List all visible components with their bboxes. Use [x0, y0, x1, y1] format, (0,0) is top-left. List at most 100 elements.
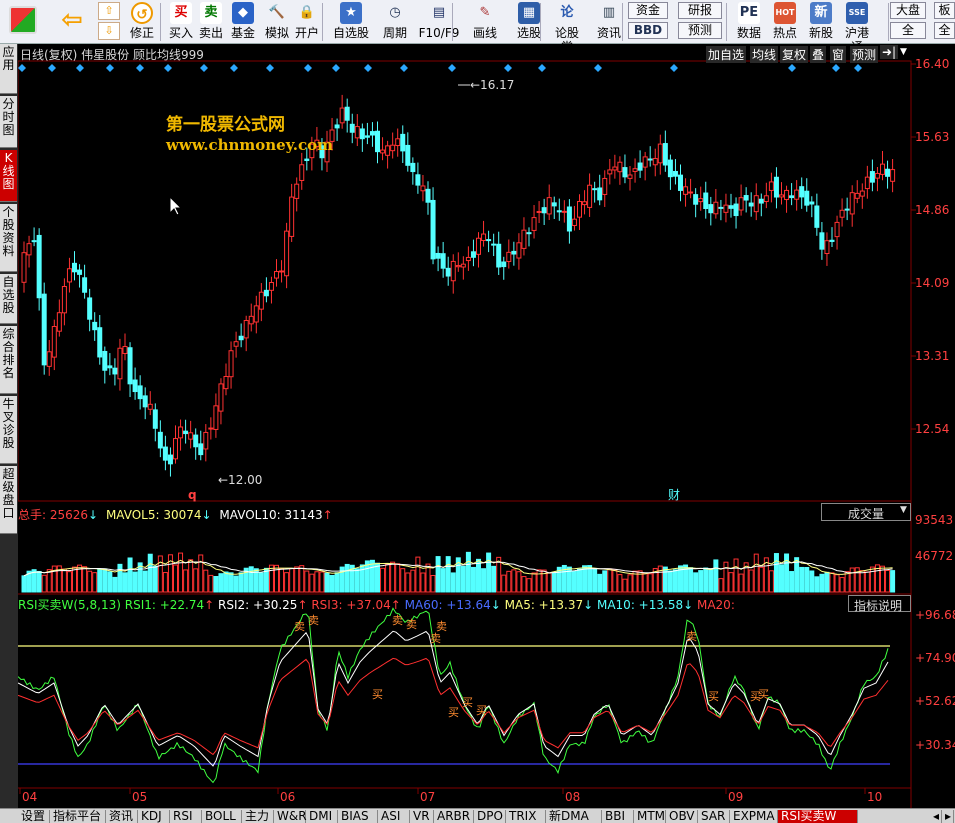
event-marker-icon[interactable] [76, 64, 84, 72]
app-logo-button[interactable] [4, 2, 42, 42]
sidebar-tab-7[interactable]: 超级盘口 [0, 466, 17, 534]
board-button[interactable]: 板 [934, 2, 955, 19]
board-all-button[interactable]: 全 [934, 22, 955, 39]
event-marker-icon[interactable] [364, 64, 372, 72]
header-button-1[interactable]: 均线 [750, 46, 779, 63]
bottom-tab-20[interactable]: EXPMA [730, 810, 778, 823]
candle-body [248, 315, 254, 325]
event-marker-icon[interactable] [48, 64, 56, 72]
bottom-tab-19[interactable]: SAR [698, 810, 730, 823]
arrow-down-icon[interactable]: ⇩ [98, 22, 120, 40]
event-marker-finance[interactable]: 财 [668, 488, 680, 502]
event-marker-icon[interactable] [788, 64, 796, 72]
f10-button[interactable]: ▤ F10/F9 [418, 2, 460, 42]
sidebar-tab-4[interactable]: 自选股 [0, 274, 17, 324]
bottom-scroll-right[interactable]: ▸ [942, 810, 954, 823]
buy-button[interactable]: 买买入 [166, 2, 196, 42]
bottom-tab-0[interactable]: 设置 [18, 810, 50, 823]
event-marker-icon[interactable] [136, 64, 144, 72]
event-marker-q[interactable]: q [188, 488, 197, 502]
bottom-tab-6[interactable]: 主力 [242, 810, 274, 823]
back-button[interactable]: ⇦ [52, 2, 92, 42]
event-marker-icon[interactable] [230, 64, 238, 72]
fund-flow-button[interactable]: 资金 [628, 2, 668, 19]
sell-button[interactable]: 卖卖出 [196, 2, 226, 42]
indicator-explain-button[interactable]: 指标说明 [848, 595, 911, 613]
forum-button[interactable]: 论论股堂 [552, 2, 582, 54]
event-marker-icon[interactable] [854, 64, 862, 72]
sidebar-tab-3[interactable]: 个股资料 [0, 204, 17, 272]
event-marker-icon[interactable] [332, 64, 340, 72]
bottom-scroll-left[interactable]: ◂ [930, 810, 942, 823]
event-marker-icon[interactable] [106, 64, 114, 72]
sidebar-tab-5[interactable]: 综合排名 [0, 326, 17, 394]
hk-connect-button[interactable]: SSE沪港通 [842, 2, 872, 54]
indicator-select-dropdown[interactable]: 成交量 ▼ [821, 503, 911, 521]
event-marker-icon[interactable] [200, 64, 208, 72]
event-marker-icon[interactable] [670, 64, 678, 72]
bottom-tab-5[interactable]: BOLL [202, 810, 242, 823]
bottom-tab-16[interactable]: BBI [602, 810, 634, 823]
chart-canvas[interactable]: 16.40 15.63 14.86 14.09 13.31 12.54 93543 46772… [18, 44, 955, 808]
scroll-arrows[interactable]: ⇧ ⇩ [98, 2, 122, 42]
bbd-button[interactable]: BBD [628, 22, 668, 39]
market-button[interactable]: 大盘 [890, 2, 926, 19]
bottom-tab-10[interactable]: ASI [378, 810, 410, 823]
undo-button[interactable]: ↺ 修正 [128, 2, 156, 42]
bottom-tab-2[interactable]: 资讯 [106, 810, 138, 823]
event-marker-icon[interactable] [832, 64, 840, 72]
header-button-4[interactable]: 窗 [830, 46, 847, 63]
draw-line-button[interactable]: ✎ 画线 [464, 2, 506, 42]
open-account-button[interactable]: 🔒 开户 [292, 2, 322, 42]
bottom-tab-14[interactable]: TRIX [506, 810, 546, 823]
period-button[interactable]: ◷ 周期 [374, 2, 416, 42]
header-button-5[interactable]: 预测 [850, 46, 879, 63]
bottom-tab-11[interactable]: VR [410, 810, 434, 823]
event-marker-icon[interactable] [304, 64, 312, 72]
event-marker-icon[interactable] [594, 64, 602, 72]
event-marker-icon[interactable] [164, 64, 172, 72]
bottom-tab-17[interactable]: MTM [634, 810, 666, 823]
sidebar-tab-2[interactable]: K线图 [0, 150, 17, 202]
bottom-tab-7[interactable]: W&R [274, 810, 307, 823]
header-button-3[interactable]: 叠 [810, 46, 827, 63]
header-button-2[interactable]: 复权 [780, 46, 809, 63]
collapse-icon[interactable]: ➜| [880, 45, 899, 59]
hot-button[interactable]: HOT 热点 [770, 2, 800, 42]
forecast-button[interactable]: 预测 [678, 22, 722, 39]
event-marker-icon[interactable] [18, 64, 26, 72]
sidebar-tab-0[interactable]: 应用 [0, 44, 17, 94]
chevron-down-icon[interactable]: ▼ [900, 47, 907, 57]
event-marker-icon[interactable] [504, 64, 512, 72]
sidebar-tab-6[interactable]: 牛叉诊股 [0, 396, 17, 464]
event-marker-icon[interactable] [400, 64, 408, 72]
header-button-0[interactable]: 加自选 [706, 46, 747, 63]
research-button[interactable]: 研报 [678, 2, 722, 19]
bottom-tab-8[interactable]: DMI [306, 810, 338, 823]
arrow-up-icon[interactable]: ⇧ [98, 2, 120, 20]
bottom-tab-3[interactable]: KDJ [138, 810, 170, 823]
kline-chart-area[interactable]: 16.40 15.63 14.86 14.09 13.31 12.54 93543 46772… [18, 44, 955, 808]
bottom-tab-18[interactable]: OBV [666, 810, 698, 823]
event-marker-icon[interactable] [266, 64, 274, 72]
all-button[interactable]: 全 [890, 22, 926, 39]
new-stock-button[interactable]: 新新股 [806, 2, 836, 42]
pick-stock-button[interactable]: ▦ 选股 [508, 2, 550, 42]
candle-body [152, 409, 158, 429]
candle-body [380, 149, 386, 154]
simulate-button[interactable]: 🔨 模拟 [262, 2, 292, 42]
bottom-tab-21[interactable]: RSI买卖W [778, 810, 858, 823]
data-button[interactable]: PE 数据 [734, 2, 764, 42]
fund-button[interactable]: ◆ 基金 [228, 2, 258, 42]
bottom-tab-15[interactable]: 新DMA [546, 810, 602, 823]
sidebar-tab-1[interactable]: 分时图 [0, 96, 17, 148]
watchlist-button[interactable]: ★ 自选股 [330, 2, 372, 42]
bottom-tab-4[interactable]: RSI [170, 810, 202, 823]
event-marker-icon[interactable] [538, 64, 546, 72]
news-button[interactable]: ▥ 资讯 [594, 2, 624, 42]
bottom-tab-1[interactable]: 指标平台 [50, 810, 106, 823]
bottom-tab-13[interactable]: DPO [474, 810, 506, 823]
bottom-tab-12[interactable]: ARBR [434, 810, 474, 823]
bottom-tab-9[interactable]: BIAS [338, 810, 378, 823]
event-marker-icon[interactable] [448, 64, 456, 72]
